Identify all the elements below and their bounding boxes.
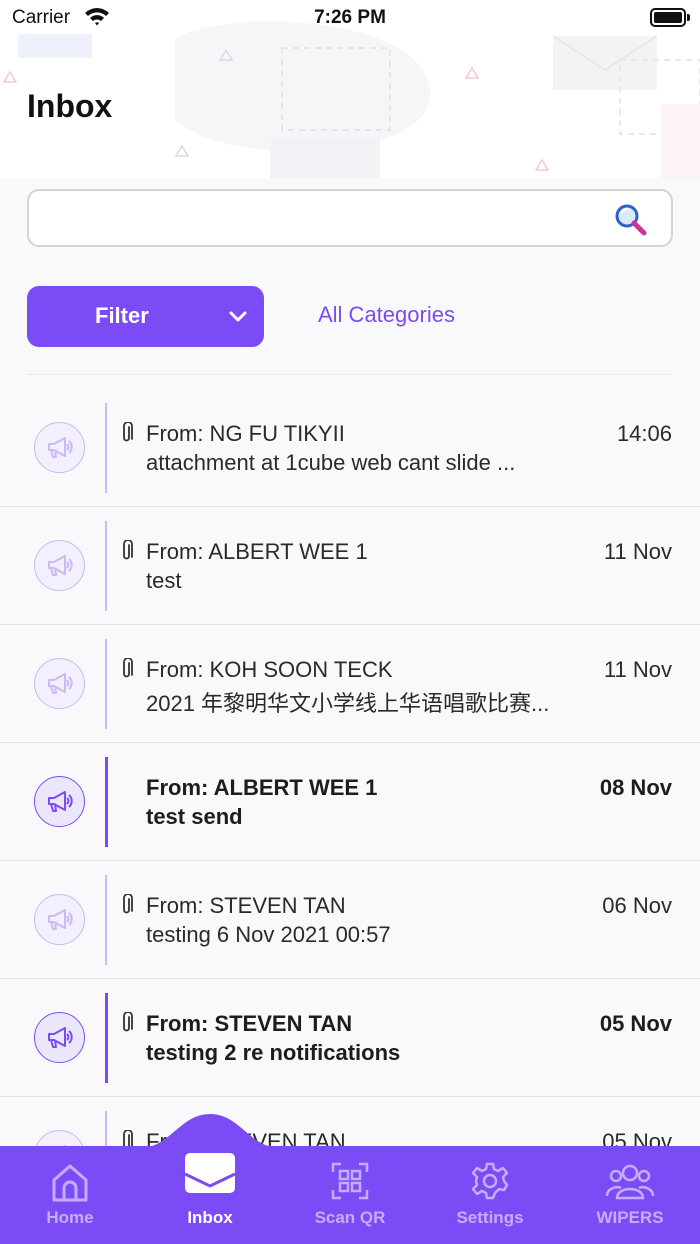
paperclip-icon bbox=[121, 421, 133, 449]
megaphone-icon bbox=[47, 908, 73, 930]
message-preview: attachment at 1cube web cant slide ... bbox=[146, 450, 516, 475]
inbox-icon bbox=[140, 1150, 280, 1194]
home-icon bbox=[0, 1162, 140, 1206]
filter-label: Filter bbox=[95, 303, 149, 328]
people-icon bbox=[560, 1162, 700, 1206]
message-preview: testing 6 Nov 2021 00:57 bbox=[146, 922, 391, 947]
message-sender: From: ALBERT WEE 1 bbox=[146, 539, 368, 564]
status-time: 7:26 PM bbox=[314, 7, 386, 28]
message-preview: 2021 年黎明华文小学线上华语唱歌比赛... bbox=[146, 691, 550, 716]
qr-code-icon bbox=[280, 1162, 420, 1206]
search-icon[interactable] bbox=[613, 202, 649, 238]
message-sender: From: STEVEN TAN bbox=[146, 1011, 353, 1036]
tab-inbox[interactable]: Inbox bbox=[140, 1146, 280, 1244]
paperclip-icon bbox=[121, 1011, 133, 1039]
divider bbox=[27, 374, 673, 375]
message-row[interactable]: From: ALBERT WEE 1 test 11 Nov bbox=[0, 507, 700, 625]
accent-bar bbox=[105, 521, 107, 611]
announcement-avatar bbox=[34, 1012, 85, 1063]
megaphone-icon bbox=[47, 1026, 73, 1048]
accent-bar bbox=[105, 875, 107, 965]
megaphone-icon bbox=[47, 554, 73, 576]
message-preview: test send bbox=[146, 804, 243, 829]
accent-bar bbox=[105, 403, 107, 493]
status-bar: Carrier 7:26 PM bbox=[0, 0, 700, 36]
page-title: Inbox bbox=[27, 88, 113, 124]
accent-bar bbox=[105, 639, 107, 729]
message-time: 06 Nov bbox=[602, 893, 672, 918]
message-time: 11 Nov bbox=[603, 657, 672, 682]
chevron-down-icon bbox=[229, 311, 247, 322]
megaphone-icon bbox=[47, 436, 73, 458]
message-time: 11 Nov bbox=[603, 539, 672, 564]
announcement-avatar bbox=[34, 894, 85, 945]
message-row[interactable]: From: STEVEN TAN testing 6 Nov 2021 00:57… bbox=[0, 861, 700, 979]
message-preview: test bbox=[146, 568, 182, 593]
announcement-avatar bbox=[34, 776, 85, 827]
megaphone-icon bbox=[47, 672, 73, 694]
tab-label: WIPERS bbox=[596, 1208, 664, 1227]
message-row[interactable]: From: STEVEN TAN testing 2 re notificatio… bbox=[0, 979, 700, 1097]
message-time: 05 Nov bbox=[599, 1011, 672, 1036]
paperclip-icon bbox=[121, 657, 133, 685]
tab-label: Settings bbox=[456, 1208, 524, 1227]
search-box[interactable] bbox=[27, 189, 673, 247]
message-sender: From: KOH SOON TECK bbox=[146, 657, 393, 682]
message-row[interactable]: From: ALBERT WEE 1 test send 08 Nov bbox=[0, 743, 700, 861]
message-sender: From: ALBERT WEE 1 bbox=[146, 775, 378, 800]
message-time: 08 Nov bbox=[599, 775, 672, 800]
gear-icon bbox=[420, 1162, 560, 1206]
filter-button[interactable]: Filter bbox=[27, 286, 264, 347]
message-row[interactable]: From: NG FU TIKYII attachment at 1cube we… bbox=[0, 389, 700, 507]
message-preview: testing 2 re notifications bbox=[146, 1040, 401, 1065]
accent-bar bbox=[105, 993, 108, 1083]
announcement-avatar bbox=[34, 540, 85, 591]
accent-bar bbox=[105, 757, 108, 847]
message-sender: From: STEVEN TAN bbox=[146, 893, 346, 918]
header-background: Carrier 7:26 PM Inbox bbox=[0, 0, 700, 178]
search-input[interactable] bbox=[45, 199, 615, 237]
selected-category-label[interactable]: All Categories bbox=[318, 302, 455, 328]
message-list[interactable]: From: NG FU TIKYII attachment at 1cube we… bbox=[0, 389, 700, 1215]
tab-label: Inbox bbox=[187, 1208, 233, 1227]
tab-wipers[interactable]: WIPERS bbox=[560, 1146, 700, 1244]
tab-bar-bump bbox=[140, 1114, 280, 1148]
tab-settings[interactable]: Settings bbox=[420, 1146, 560, 1244]
message-time: 14:06 bbox=[616, 421, 672, 446]
tab-home[interactable]: Home bbox=[0, 1146, 140, 1244]
message-sender: From: NG FU TIKYII bbox=[146, 421, 345, 446]
tab-scan-qr[interactable]: Scan QR bbox=[280, 1146, 420, 1244]
tab-label: Scan QR bbox=[314, 1208, 386, 1227]
message-row[interactable]: From: KOH SOON TECK 2021 年黎明华文小学线上华语唱歌比赛.… bbox=[0, 625, 700, 743]
announcement-avatar bbox=[34, 658, 85, 709]
battery-icon bbox=[650, 8, 690, 27]
megaphone-icon bbox=[47, 790, 73, 812]
tab-label: Home bbox=[46, 1208, 94, 1227]
paperclip-icon bbox=[121, 893, 133, 921]
paperclip-icon bbox=[121, 539, 133, 567]
announcement-avatar bbox=[34, 422, 85, 473]
